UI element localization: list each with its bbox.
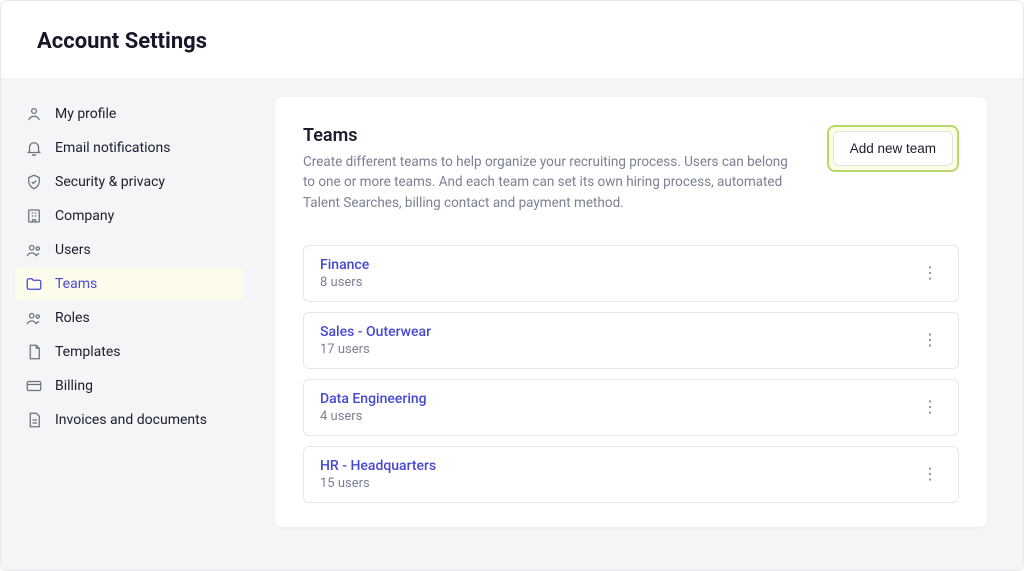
team-actions-menu-button[interactable]: ⋮ [918, 395, 942, 419]
team-user-count: 17 users [320, 342, 431, 357]
settings-sidebar: My profile Email notifications Security … [1, 79, 257, 570]
sidebar-item-email-notifications[interactable]: Email notifications [15, 131, 243, 165]
dots-vertical-icon: ⋮ [922, 464, 938, 484]
team-name[interactable]: HR - Headquarters [320, 458, 436, 474]
page-body: My profile Email notifications Security … [1, 79, 1023, 570]
users-icon [25, 241, 43, 259]
teams-card: Teams Create different teams to help org… [275, 97, 987, 527]
sidebar-item-templates[interactable]: Templates [15, 335, 243, 369]
sidebar-item-label: Teams [55, 276, 97, 292]
page-header: Account Settings [1, 1, 1023, 79]
sidebar-item-billing[interactable]: Billing [15, 369, 243, 403]
team-row[interactable]: HR - Headquarters 15 users ⋮ [303, 446, 959, 503]
sidebar-item-label: Templates [55, 344, 121, 360]
team-user-count: 8 users [320, 275, 369, 290]
dots-vertical-icon: ⋮ [922, 397, 938, 417]
teams-card-header: Teams Create different teams to help org… [303, 125, 959, 213]
team-name[interactable]: Finance [320, 257, 369, 273]
sidebar-item-teams[interactable]: Teams [15, 267, 243, 301]
team-row[interactable]: Sales - Outerwear 17 users ⋮ [303, 312, 959, 369]
team-actions-menu-button[interactable]: ⋮ [918, 462, 942, 486]
team-actions-menu-button[interactable]: ⋮ [918, 328, 942, 352]
main-content: Teams Create different teams to help org… [257, 79, 1023, 570]
team-row[interactable]: Data Engineering 4 users ⋮ [303, 379, 959, 436]
team-user-count: 15 users [320, 476, 436, 491]
shield-icon [25, 173, 43, 191]
team-row[interactable]: Finance 8 users ⋮ [303, 245, 959, 302]
dots-vertical-icon: ⋮ [922, 263, 938, 283]
team-info: Data Engineering 4 users [320, 391, 427, 424]
section-title: Teams [303, 125, 803, 146]
sidebar-item-company[interactable]: Company [15, 199, 243, 233]
sidebar-item-roles[interactable]: Roles [15, 301, 243, 335]
team-name[interactable]: Data Engineering [320, 391, 427, 407]
sidebar-item-label: Users [55, 242, 91, 258]
teams-header-text: Teams Create different teams to help org… [303, 125, 803, 213]
section-description: Create different teams to help organize … [303, 152, 803, 213]
bell-icon [25, 139, 43, 157]
card-icon [25, 377, 43, 395]
team-actions-menu-button[interactable]: ⋮ [918, 261, 942, 285]
sidebar-item-label: Email notifications [55, 140, 170, 156]
sidebar-item-label: Billing [55, 378, 93, 394]
app-frame: Account Settings My profile Email notifi… [0, 0, 1024, 571]
profile-icon [25, 105, 43, 123]
roles-icon [25, 309, 43, 327]
team-list: Finance 8 users ⋮ Sales - Outerwear 17 u… [303, 245, 959, 503]
sidebar-item-label: My profile [55, 106, 116, 122]
team-info: Finance 8 users [320, 257, 369, 290]
invoice-icon [25, 411, 43, 429]
sidebar-item-security-privacy[interactable]: Security & privacy [15, 165, 243, 199]
add-new-team-button[interactable]: Add new team [833, 131, 953, 166]
folder-icon [25, 275, 43, 293]
team-user-count: 4 users [320, 409, 427, 424]
add-team-highlight: Add new team [827, 125, 959, 172]
page-title: Account Settings [37, 29, 987, 54]
sidebar-item-label: Invoices and documents [55, 412, 207, 428]
sidebar-item-users[interactable]: Users [15, 233, 243, 267]
team-name[interactable]: Sales - Outerwear [320, 324, 431, 340]
building-icon [25, 207, 43, 225]
team-info: HR - Headquarters 15 users [320, 458, 436, 491]
sidebar-item-invoices-documents[interactable]: Invoices and documents [15, 403, 243, 437]
dots-vertical-icon: ⋮ [922, 330, 938, 350]
sidebar-item-my-profile[interactable]: My profile [15, 97, 243, 131]
sidebar-item-label: Company [55, 208, 114, 224]
document-icon [25, 343, 43, 361]
team-info: Sales - Outerwear 17 users [320, 324, 431, 357]
sidebar-item-label: Roles [55, 310, 90, 326]
sidebar-item-label: Security & privacy [55, 174, 165, 190]
